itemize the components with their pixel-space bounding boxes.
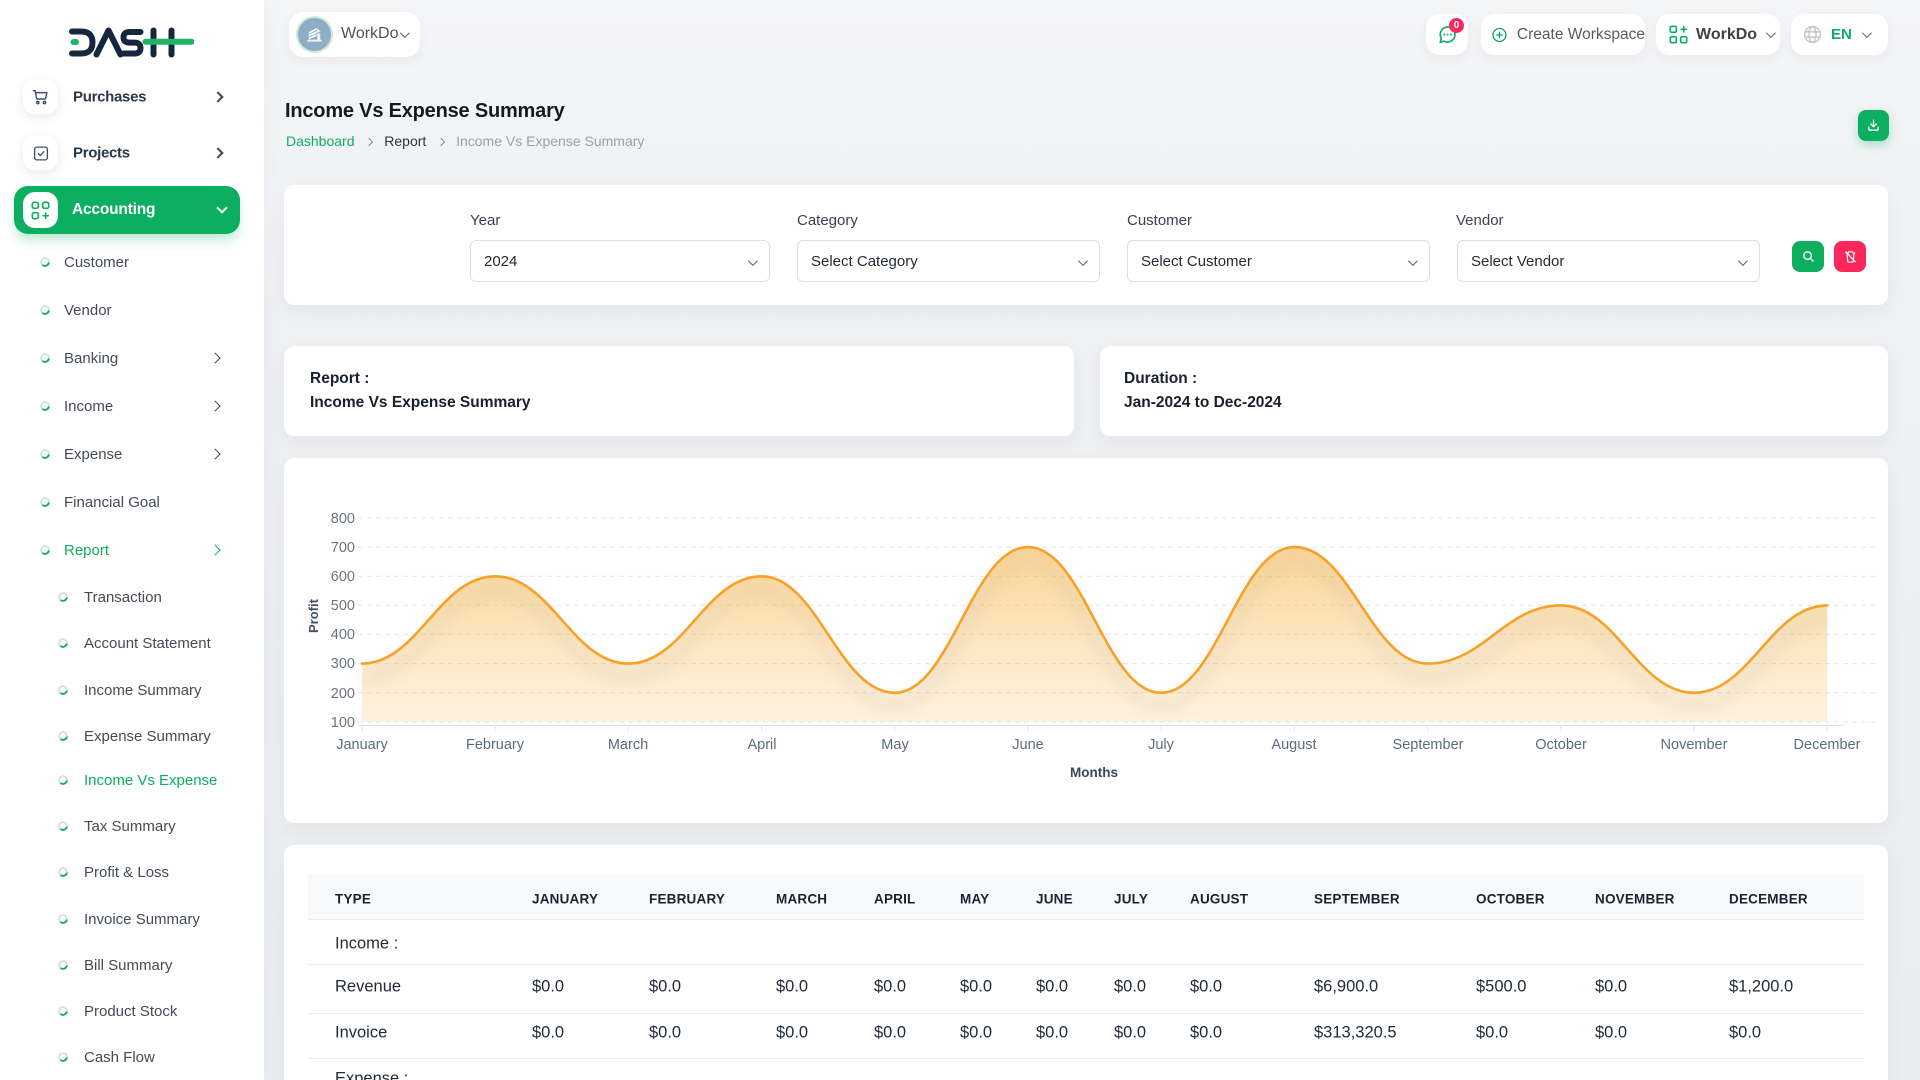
svg-text:December: December — [1794, 737, 1861, 753]
svg-text:October: October — [1535, 737, 1587, 753]
svg-text:July: July — [1148, 737, 1175, 753]
svg-text:800: 800 — [331, 511, 355, 527]
svg-text:January: January — [336, 737, 388, 753]
svg-text:100: 100 — [331, 715, 355, 731]
svg-text:600: 600 — [331, 569, 355, 585]
svg-text:Profit: Profit — [306, 598, 321, 633]
svg-text:June: June — [1012, 737, 1043, 753]
svg-text:300: 300 — [331, 656, 355, 672]
svg-text:August: August — [1271, 737, 1316, 753]
svg-text:March: March — [608, 737, 648, 753]
svg-text:September: September — [1393, 737, 1464, 753]
svg-text:February: February — [466, 737, 525, 753]
svg-text:Months: Months — [1070, 765, 1118, 780]
svg-text:400: 400 — [331, 627, 355, 643]
svg-text:700: 700 — [331, 540, 355, 556]
svg-text:500: 500 — [331, 598, 355, 614]
svg-text:200: 200 — [331, 686, 355, 702]
svg-text:May: May — [881, 737, 909, 753]
svg-text:November: November — [1661, 737, 1728, 753]
svg-text:April: April — [747, 737, 776, 753]
